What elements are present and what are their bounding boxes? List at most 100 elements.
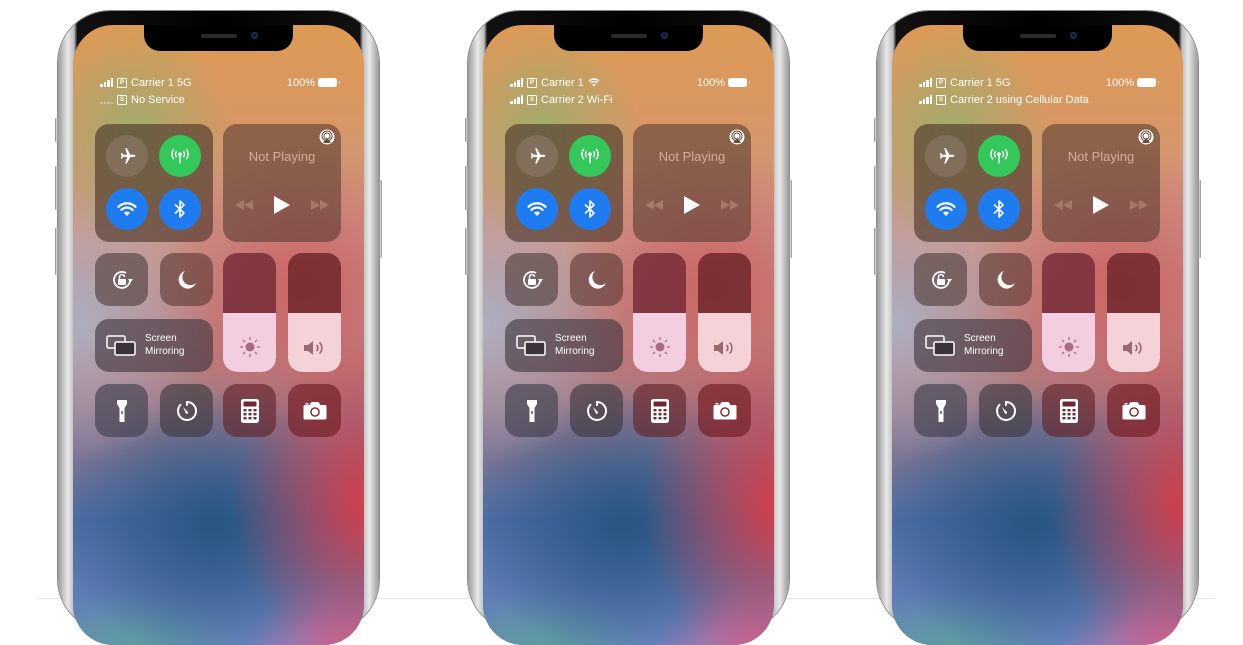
cellular-data-toggle[interactable] bbox=[978, 135, 1020, 177]
antenna-icon bbox=[581, 148, 599, 164]
carrier-label: Carrier 1 5G bbox=[131, 76, 192, 89]
wifi-toggle[interactable] bbox=[925, 188, 967, 230]
camera-button[interactable] bbox=[1107, 384, 1160, 437]
status-line-secondary: S Carrier 2 Wi-Fi bbox=[510, 91, 747, 108]
now-playing-title: Not Playing bbox=[1067, 149, 1135, 164]
brightness-slider[interactable] bbox=[633, 253, 686, 372]
screen-mirroring-label-line1: Screen bbox=[555, 333, 587, 344]
orientation-lock-toggle[interactable] bbox=[95, 253, 148, 306]
flashlight-icon bbox=[116, 399, 127, 422]
rewind-icon[interactable] bbox=[235, 200, 253, 210]
rotation-lock-icon bbox=[522, 270, 543, 289]
screen-mirroring-icon bbox=[106, 335, 136, 356]
volume-slider[interactable] bbox=[1107, 253, 1160, 372]
control-center-screen: P Carrier 1 5G 100% S No Service Not Pla… bbox=[73, 25, 364, 645]
sun-icon bbox=[239, 336, 260, 358]
screen-mirroring-label-line1: Screen bbox=[964, 333, 996, 344]
sim-badge-icon: S bbox=[936, 94, 946, 105]
timer-button[interactable] bbox=[979, 384, 1032, 437]
rewind-icon[interactable] bbox=[645, 200, 663, 210]
moon-icon bbox=[178, 270, 196, 289]
bluetooth-toggle[interactable] bbox=[978, 188, 1020, 230]
screen-mirroring-button[interactable]: Screen Mirroring bbox=[95, 319, 213, 372]
screen-mirroring-button[interactable]: Screen Mirroring bbox=[505, 319, 623, 372]
front-camera bbox=[251, 32, 258, 39]
bluetooth-toggle[interactable] bbox=[569, 188, 611, 230]
calculator-icon bbox=[650, 398, 669, 423]
cellular-data-toggle[interactable] bbox=[159, 135, 201, 177]
screen-mirroring-label: Screen Mirroring bbox=[145, 332, 184, 358]
airplay-icon[interactable] bbox=[1138, 129, 1154, 145]
calculator-button[interactable] bbox=[1042, 384, 1095, 437]
wifi-toggle[interactable] bbox=[106, 188, 148, 230]
do-not-disturb-toggle[interactable] bbox=[979, 253, 1032, 306]
timer-button[interactable] bbox=[570, 384, 623, 437]
fast-forward-icon[interactable] bbox=[1130, 200, 1148, 210]
fast-forward-icon[interactable] bbox=[311, 200, 329, 210]
sun-icon bbox=[649, 336, 670, 358]
orientation-lock-toggle[interactable] bbox=[505, 253, 558, 306]
sim-badge-icon: S bbox=[117, 94, 127, 105]
now-playing-module[interactable]: Not Playing bbox=[633, 124, 751, 242]
connectivity-module bbox=[914, 124, 1032, 242]
bluetooth-icon bbox=[174, 200, 185, 218]
wifi-toggle[interactable] bbox=[516, 188, 558, 230]
battery-indicator: 100% bbox=[1106, 74, 1159, 91]
brightness-slider[interactable] bbox=[1042, 253, 1095, 372]
volume-slider[interactable] bbox=[698, 253, 751, 372]
signal-bars-icon bbox=[510, 78, 523, 87]
timer-button[interactable] bbox=[160, 384, 213, 437]
airplane-icon bbox=[939, 148, 955, 164]
play-icon[interactable] bbox=[273, 196, 290, 214]
now-playing-module[interactable]: Not Playing bbox=[223, 124, 341, 242]
calculator-button[interactable] bbox=[223, 384, 276, 437]
camera-button[interactable] bbox=[698, 384, 751, 437]
airplane-mode-toggle[interactable] bbox=[516, 135, 558, 177]
volume-down-button bbox=[55, 228, 58, 275]
flashlight-button[interactable] bbox=[95, 384, 148, 437]
play-icon[interactable] bbox=[683, 196, 700, 214]
brightness-slider[interactable] bbox=[223, 253, 276, 372]
airplane-mode-toggle[interactable] bbox=[106, 135, 148, 177]
orientation-lock-toggle[interactable] bbox=[914, 253, 967, 306]
rewind-icon[interactable] bbox=[1054, 200, 1072, 210]
battery-icon bbox=[1137, 78, 1159, 87]
camera-button[interactable] bbox=[288, 384, 341, 437]
status-bar: P Carrier 1 5G 100% S No Service bbox=[100, 74, 340, 108]
airplay-icon[interactable] bbox=[319, 129, 335, 145]
antenna-icon bbox=[171, 148, 189, 164]
bluetooth-toggle[interactable] bbox=[159, 188, 201, 230]
wifi-icon bbox=[588, 78, 600, 87]
moon-icon bbox=[588, 270, 606, 289]
do-not-disturb-toggle[interactable] bbox=[570, 253, 623, 306]
notch bbox=[144, 25, 293, 51]
moon-icon bbox=[997, 270, 1015, 289]
battery-percentage: 100% bbox=[696, 76, 725, 89]
rotation-lock-icon bbox=[112, 270, 133, 289]
wifi-icon bbox=[527, 202, 547, 216]
sim-badge-icon: P bbox=[527, 77, 537, 88]
flashlight-button[interactable] bbox=[505, 384, 558, 437]
volume-slider[interactable] bbox=[288, 253, 341, 372]
calculator-icon bbox=[240, 398, 259, 423]
do-not-disturb-toggle[interactable] bbox=[160, 253, 213, 306]
notch bbox=[554, 25, 703, 51]
play-icon[interactable] bbox=[1092, 196, 1109, 214]
screen-mirroring-button[interactable]: Screen Mirroring bbox=[914, 319, 1032, 372]
flashlight-button[interactable] bbox=[914, 384, 967, 437]
fast-forward-icon[interactable] bbox=[721, 200, 739, 210]
sun-icon bbox=[1058, 336, 1079, 358]
action-button bbox=[465, 118, 468, 142]
cellular-data-toggle[interactable] bbox=[569, 135, 611, 177]
airplane-mode-toggle[interactable] bbox=[925, 135, 967, 177]
volume-down-button bbox=[874, 228, 877, 275]
speaker-icon bbox=[1122, 341, 1142, 355]
airplay-icon[interactable] bbox=[729, 129, 745, 145]
battery-icon bbox=[318, 78, 340, 87]
connectivity-module bbox=[505, 124, 623, 242]
timer-icon bbox=[176, 400, 197, 421]
iphone-wifi: P Carrier 1 100% S Carrier 2 Wi-Fi Not P… bbox=[465, 11, 792, 645]
calculator-button[interactable] bbox=[633, 384, 686, 437]
now-playing-module[interactable]: Not Playing bbox=[1042, 124, 1160, 242]
side-button bbox=[379, 180, 382, 258]
